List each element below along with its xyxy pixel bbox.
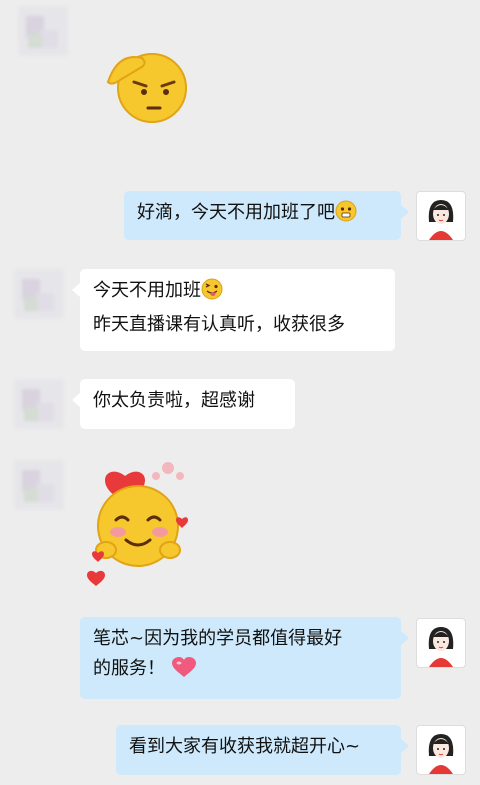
message-text-line-1: 笔芯~因为我的学员都值得最好	[93, 628, 343, 649]
avatar-self[interactable]	[416, 618, 466, 668]
message-text-line-1: 今天不用加班	[93, 280, 201, 301]
avatar-self[interactable]	[416, 191, 466, 241]
avatar-contact[interactable]	[14, 460, 64, 510]
wink-tongue-icon	[201, 278, 223, 310]
message-bubble-other-2[interactable]: 你太负责啦，超感谢	[72, 379, 295, 429]
message-text-line-2: 的服务！	[93, 658, 165, 679]
message-text: 你太负责啦，超感谢	[93, 390, 255, 411]
finger-heart-emoji-sticker[interactable]	[82, 458, 192, 593]
salute-emoji-sticker[interactable]	[104, 48, 194, 128]
heart-icon	[171, 656, 197, 688]
message-bubble-self-1[interactable]: 好滴，今天不用加班了吧	[124, 191, 409, 240]
message-text: 看到大家有收获我就超开心~	[129, 736, 361, 757]
message-text-line-2: 昨天直播课有认真听，收获很多	[93, 314, 345, 335]
avatar-contact[interactable]	[14, 269, 64, 319]
message-bubble-other-1[interactable]: 今天不用加班 昨天直播课有认真听，收获很多	[72, 269, 395, 351]
hmm-face-icon	[335, 200, 357, 232]
avatar-contact[interactable]	[14, 379, 64, 429]
message-text: 好滴，今天不用加班了吧	[137, 202, 335, 223]
message-bubble-self-3[interactable]: 看到大家有收获我就超开心~	[116, 725, 409, 775]
avatar-self[interactable]	[416, 725, 466, 775]
avatar-contact[interactable]	[18, 6, 68, 56]
message-bubble-self-2[interactable]: 笔芯~因为我的学员都值得最好 的服务！	[80, 617, 409, 699]
